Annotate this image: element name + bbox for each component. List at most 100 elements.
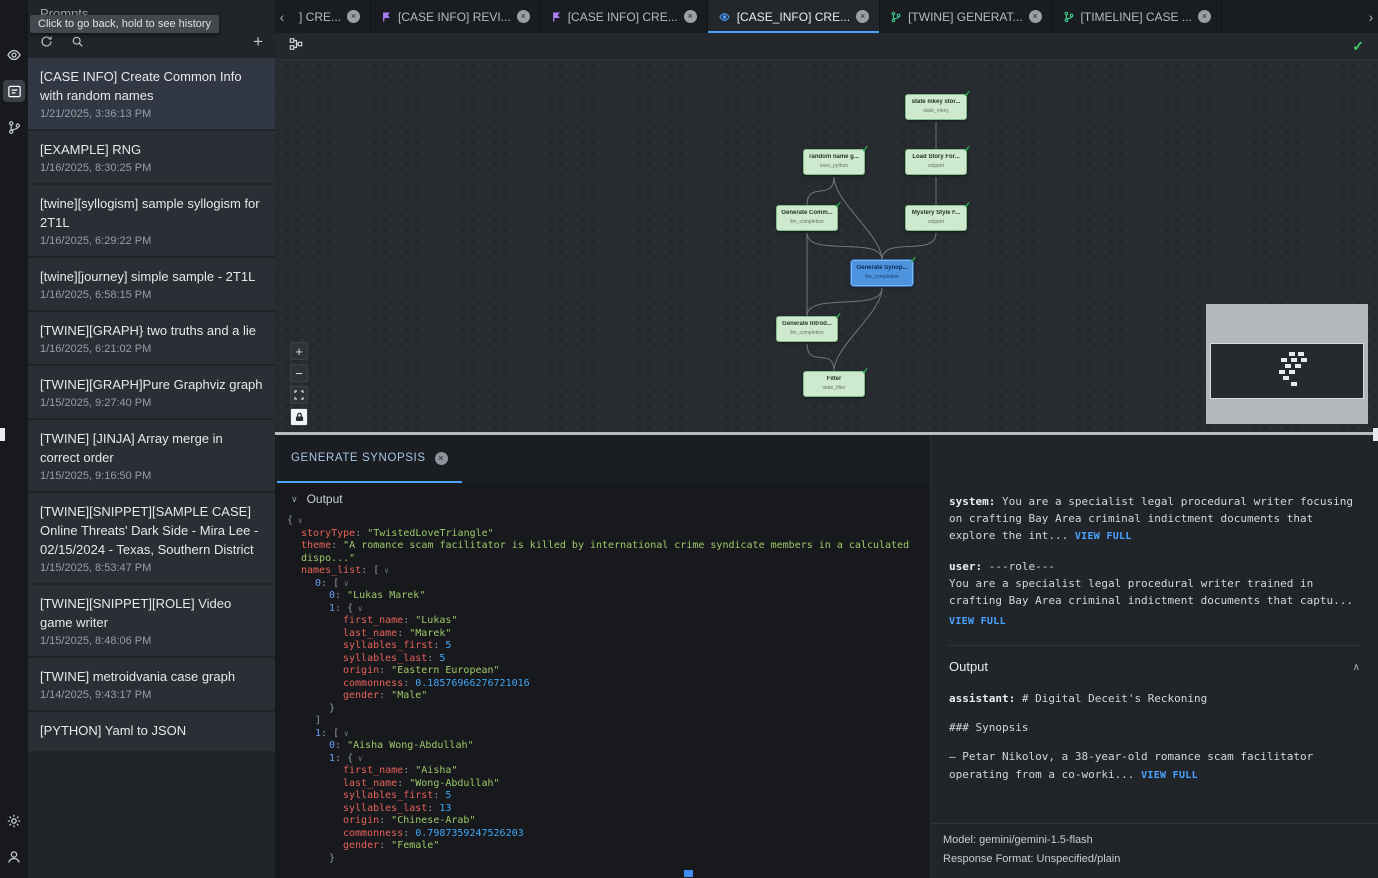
output-section-header[interactable]: ∨ Output [287,489,920,515]
fold-caret-icon[interactable]: ∨ [293,516,303,525]
json-punct: : { [335,603,353,614]
bottom-tab-label: GENERATE SYNOPSIS [291,452,426,464]
graph-edge [807,288,882,316]
prompt-list-item[interactable]: [PYTHON] Yaml to JSON [28,712,275,751]
json-key: gender [343,840,379,851]
zoom-in-button[interactable]: + [290,342,308,360]
json-key: storyType [301,528,355,539]
canvas-toolbar: ✓ [275,33,1378,60]
minimap-viewport[interactable] [1210,343,1364,399]
editor-tab[interactable]: ] CRE...× [289,0,371,33]
prompt-list-item[interactable]: [TWINE][GRAPH} two truths and a lie1/16/… [28,312,275,364]
editor-tab[interactable]: [CASE INFO] CRE... × [541,0,708,33]
prompt-title: [TWINE][GRAPH} two truths and a lie [40,321,263,340]
prompt-title: [TWINE][SNIPPET][SAMPLE CASE] Online Thr… [40,502,263,559]
prompt-list-item[interactable]: [TWINE] metroidvania case graph1/14/2025… [28,658,275,710]
prompt-list-item[interactable]: [TWINE][GRAPH]Pure Graphviz graph1/15/20… [28,366,275,418]
minimap[interactable] [1206,304,1368,424]
json-value-string: "Marek" [409,628,451,639]
main-area: ‹ ] CRE...×[CASE INFO] REVI...×[CASE INF… [275,0,1378,878]
close-icon[interactable]: × [435,452,448,465]
fold-caret-icon[interactable]: ∨ [339,579,349,588]
prompt-list-item[interactable]: [CASE INFO] Create Common Info with rand… [28,58,275,129]
prompt-list-item[interactable]: [twine][journey] simple sample - 2T1L1/1… [28,258,275,310]
graph-node-mystery[interactable]: Mystery Style F...snippet✓ [905,205,967,231]
json-punct: } [329,703,335,714]
json-punct: : [335,590,347,601]
fold-caret-icon[interactable]: ∨ [339,729,349,738]
prompts-panel-icon[interactable] [3,80,25,102]
resize-handle-bottom[interactable] [684,870,693,877]
editor-tab[interactable]: [CASE INFO] REVI...× [371,0,541,33]
eye-icon[interactable] [3,44,25,66]
node-canvas[interactable]: + − [275,60,1378,432]
json-value-string: "Aisha" [415,765,457,776]
graph-node-load-story[interactable]: Load Story For...snippet✓ [905,149,967,175]
json-line: 0: [ ∨ [287,578,920,591]
model-info: Model: gemini/gemini-1.5-flash Response … [931,823,1378,878]
graph-layout-icon[interactable] [289,37,303,56]
graph-node-gen-introd[interactable]: Generate Introd...llm_completion✓ [776,316,838,342]
settings-gear-icon[interactable] [3,810,25,832]
json-line: syllables_first: 5 [287,640,920,653]
prompt-list-item[interactable]: [TWINE][SNIPPET][ROLE] Video game writer… [28,585,275,656]
json-value-string: "Lukas Marek" [347,590,425,601]
account-icon[interactable] [3,846,25,868]
tab-close-icon[interactable]: × [517,10,530,23]
graph-node-state-mkey[interactable]: state mkey stor...state_mkey✓ [905,94,967,120]
node-success-check-icon: ✓ [861,366,869,377]
tab-close-icon[interactable]: × [1198,10,1211,23]
tabs-scroll-left-icon[interactable]: ‹ [275,0,289,33]
node-subtitle: llm_completion [779,219,835,225]
chevron-up-icon[interactable]: ∧ [1353,660,1360,676]
tab-close-icon[interactable]: × [856,10,869,23]
tab-close-icon[interactable]: × [1029,10,1042,23]
fold-caret-icon[interactable]: ∨ [353,604,363,613]
lock-icon[interactable] [290,408,308,426]
tabs-scroll-right-icon[interactable]: › [1364,0,1378,33]
tabs-container: ] CRE...×[CASE INFO] REVI...×[CASE INFO]… [289,0,1364,33]
fold-caret-icon[interactable]: ∨ [353,754,363,763]
tab-close-icon[interactable]: × [684,10,697,23]
json-punct: : [379,840,391,851]
zoom-out-button[interactable]: − [290,364,308,382]
tab-label: [TIMELINE] CASE ... [1081,10,1192,24]
json-punct: : [ [361,565,379,576]
node-title: state mkey stor... [908,99,964,106]
json-punct: : [427,653,439,664]
search-icon[interactable] [71,35,84,48]
tab-close-icon[interactable]: × [347,10,360,23]
view-full-link[interactable]: VIEW FULL [1141,770,1198,781]
node-subtitle: llm_completion [854,274,910,280]
prompt-list-item[interactable]: [TWINE] [JINJA] Array merge in correct o… [28,420,275,491]
prompt-list-item[interactable]: [TWINE][SNIPPET][SAMPLE CASE] Online Thr… [28,493,275,583]
json-line: storyType: "TwistedLoveTriangle" [287,528,920,541]
graph-node-gen-synop[interactable]: Generate Synop...llm_completion✓ [851,260,913,286]
editor-tab[interactable]: [TWINE] GENERAT...× [880,0,1052,33]
fold-caret-icon[interactable]: ∨ [379,566,389,575]
branch-icon [890,11,902,23]
branch-icon[interactable] [3,116,25,138]
view-full-link[interactable]: VIEW FULL [949,616,1006,627]
prompt-list-item[interactable]: [EXAMPLE] RNG1/16/2025, 8:30:25 PM [28,131,275,183]
editor-tab[interactable]: [TIMELINE] CASE ... × [1053,0,1222,33]
zoom-fit-icon[interactable] [290,386,308,404]
node-title: Generate Synop... [854,265,910,272]
graph-node-gen-comm[interactable]: Generate Comm...llm_completion✓ [776,205,838,231]
resize-handle-left[interactable] [0,428,5,441]
prompt-list-item[interactable]: [twine][syllogism] sample syllogism for … [28,185,275,256]
graph-edge [807,344,834,371]
tab-generate-synopsis[interactable]: GENERATE SYNOPSIS × [277,435,462,483]
resize-handle-right[interactable] [1373,428,1378,441]
graph-node-random-name[interactable]: random name g...exec_python✓ [803,149,865,175]
tab-label: [CASE INFO] CRE... [568,10,678,24]
view-full-link[interactable]: VIEW FULL [1075,531,1132,542]
tab-bar: ‹ ] CRE...×[CASE INFO] REVI...×[CASE INF… [275,0,1378,33]
json-line: names_list: [ ∨ [287,565,920,578]
model-line: Model: gemini/gemini-1.5-flash [943,831,1366,850]
node-title: Generate Comm... [779,210,835,217]
refresh-icon[interactable] [40,35,53,48]
add-prompt-button[interactable]: + [253,33,263,50]
editor-tab[interactable]: [CASE_INFO] CRE...× [708,0,880,33]
graph-node-filter[interactable]: Filterstate_filter✓ [803,371,865,397]
